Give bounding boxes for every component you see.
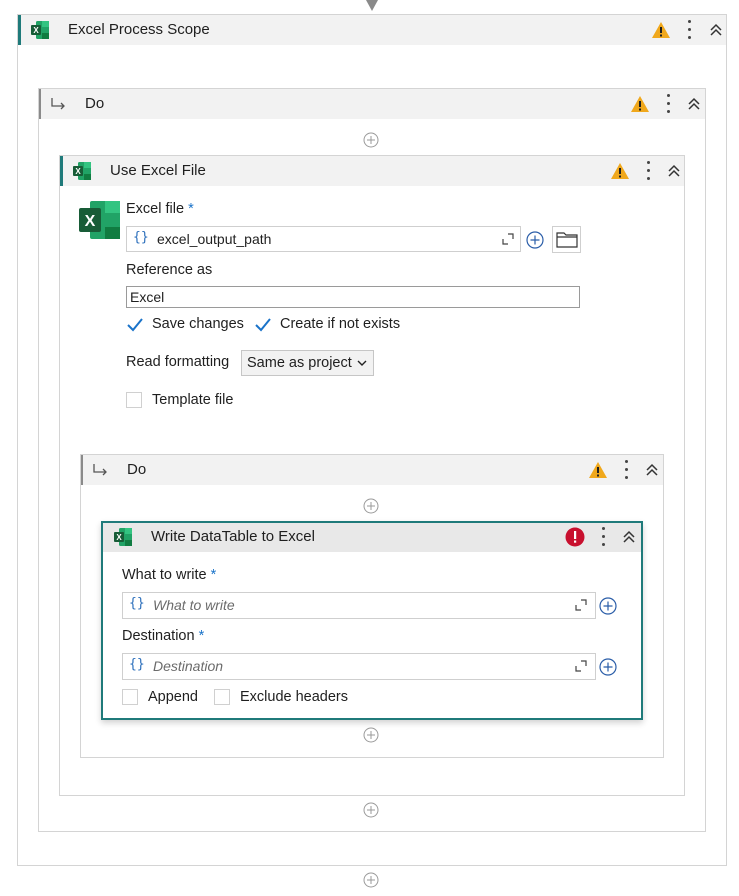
svg-text:X: X [33, 26, 39, 35]
svg-text:X: X [85, 213, 96, 230]
reference-as-value: Excel [130, 289, 165, 305]
template-file-checkbox[interactable] [126, 392, 142, 408]
svg-text:X: X [75, 167, 81, 176]
save-changes-checkbox[interactable] [126, 317, 144, 333]
collapse-chevron-icon[interactable] [645, 463, 659, 477]
expression-braces-icon: {} [133, 230, 149, 245]
excel-icon: X [31, 21, 49, 39]
svg-text:X: X [116, 533, 122, 542]
do-title: Do [127, 461, 147, 478]
reference-as-label: Reference as [126, 262, 213, 278]
add-activity-icon[interactable] [363, 727, 379, 743]
sequence-arrow-icon [51, 98, 65, 110]
excel-file-value: excel_output_path [157, 231, 272, 247]
exclude-headers-checkbox[interactable] [214, 689, 230, 705]
what-to-write-placeholder: What to write [153, 597, 235, 613]
expand-editor-icon[interactable] [502, 233, 514, 245]
chevron-down-icon [357, 360, 367, 366]
write-datatable-title: Write DataTable to Excel [151, 528, 315, 545]
excel-file-label: Excel file * [126, 201, 194, 217]
add-activity-icon[interactable] [363, 802, 379, 818]
use-excel-file-header[interactable]: X Use Excel File [60, 156, 684, 186]
excel-icon: X [73, 162, 91, 180]
destination-label: Destination * [122, 628, 205, 644]
create-if-not-exists-checkbox[interactable] [254, 317, 272, 333]
do-header-outer[interactable]: Do [39, 89, 705, 119]
create-if-not-exists-label: Create if not exists [280, 316, 401, 332]
expand-editor-icon[interactable] [575, 660, 587, 672]
excel-icon: X [114, 528, 132, 546]
excel-file-input[interactable]: {} excel_output_path [126, 226, 521, 252]
what-to-write-input[interactable]: {} What to write [122, 592, 596, 619]
collapse-chevron-icon[interactable] [709, 23, 723, 37]
append-label: Append [148, 689, 198, 705]
collapse-chevron-icon[interactable] [687, 97, 701, 111]
do-header-inner[interactable]: Do [81, 455, 663, 485]
use-excel-file-title: Use Excel File [110, 162, 206, 179]
incoming-arrow-icon [366, 0, 378, 11]
add-variable-icon[interactable] [599, 658, 617, 676]
expression-braces-icon: {} [129, 596, 145, 611]
write-datatable-header[interactable]: X Write DataTable to Excel [103, 523, 641, 552]
add-activity-icon[interactable] [363, 132, 379, 148]
template-file-label: Template file [152, 392, 234, 408]
expression-braces-icon: {} [129, 657, 145, 672]
error-icon[interactable] [565, 527, 585, 547]
collapse-chevron-icon[interactable] [622, 530, 636, 544]
add-variable-icon[interactable] [526, 231, 544, 249]
what-to-write-label: What to write * [122, 567, 217, 583]
warning-icon[interactable] [610, 162, 630, 180]
exclude-headers-label: Exclude headers [240, 689, 349, 705]
warning-icon[interactable] [588, 461, 608, 479]
read-formatting-value: Same as project [247, 355, 352, 371]
more-options-icon[interactable] [665, 94, 671, 114]
destination-input[interactable]: {} Destination [122, 653, 596, 680]
sequence-arrow-icon [93, 464, 107, 476]
folder-icon [556, 232, 578, 248]
warning-icon[interactable] [630, 95, 650, 113]
expand-editor-icon[interactable] [575, 599, 587, 611]
excel-process-scope-header[interactable]: X Excel Process Scope [18, 15, 726, 45]
browse-file-button[interactable] [552, 226, 581, 253]
append-checkbox[interactable] [122, 689, 138, 705]
add-activity-icon[interactable] [363, 498, 379, 514]
more-options-icon[interactable] [686, 20, 692, 40]
save-changes-label: Save changes [152, 316, 244, 332]
do-title: Do [85, 95, 105, 112]
read-formatting-dropdown[interactable]: Same as project [241, 350, 374, 376]
destination-placeholder: Destination [153, 658, 224, 674]
excel-large-icon: X [79, 201, 120, 239]
add-variable-icon[interactable] [599, 597, 617, 615]
more-options-icon[interactable] [600, 527, 606, 547]
read-formatting-label: Read formatting [126, 354, 230, 370]
collapse-chevron-icon[interactable] [667, 164, 681, 178]
scope-title: Excel Process Scope [68, 21, 210, 38]
warning-icon[interactable] [651, 21, 671, 39]
more-options-icon[interactable] [645, 161, 651, 181]
reference-as-input[interactable]: Excel [126, 286, 580, 308]
more-options-icon[interactable] [623, 460, 629, 480]
add-activity-icon[interactable] [363, 872, 379, 888]
